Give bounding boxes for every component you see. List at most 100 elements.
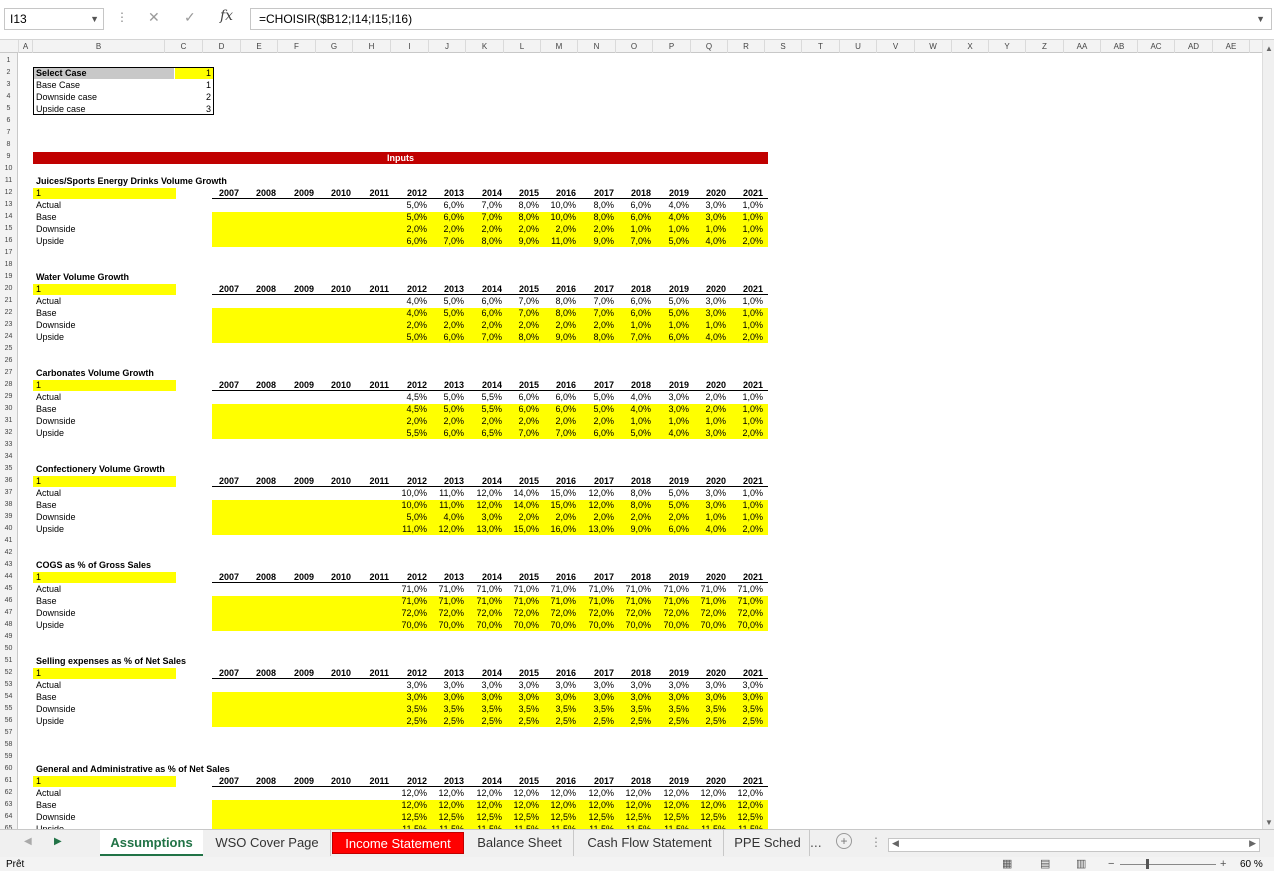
row-header[interactable]: 17 <box>0 247 17 259</box>
sheet-tab[interactable]: Cash Flow Statement <box>576 830 724 856</box>
row-header[interactable]: 56 <box>0 715 17 727</box>
page-break-icon[interactable]: ▥ <box>1076 857 1086 871</box>
row-header[interactable]: 16 <box>0 235 17 247</box>
value-cell[interactable]: 12,5% <box>429 811 464 823</box>
value-cell[interactable]: 2,0% <box>504 415 539 427</box>
more-options-icon[interactable]: ⋮ <box>116 10 128 24</box>
value-cell[interactable]: 4,0% <box>653 211 689 223</box>
column-header[interactable]: AB <box>1101 40 1138 53</box>
value-cell[interactable]: 13,0% <box>466 523 502 535</box>
column-header[interactable]: K <box>466 40 504 53</box>
enter-icon[interactable]: ✓ <box>184 9 196 26</box>
row-header[interactable]: 48 <box>0 619 17 631</box>
value-cell[interactable]: 2,0% <box>691 403 726 415</box>
value-cell[interactable]: 3,0% <box>391 691 427 703</box>
row-header[interactable]: 25 <box>0 343 17 355</box>
value-cell[interactable]: 12,5% <box>691 811 726 823</box>
value-cell[interactable]: 2,0% <box>578 319 614 331</box>
value-cell[interactable]: 3,0% <box>691 427 726 439</box>
value-cell[interactable]: 70,0% <box>653 619 689 631</box>
value-cell[interactable]: 3,0% <box>728 691 763 703</box>
value-cell[interactable]: 12,5% <box>578 811 614 823</box>
column-header[interactable]: F <box>278 40 316 53</box>
value-cell[interactable]: 2,0% <box>728 523 763 535</box>
sheet-tab[interactable]: Balance Sheet <box>466 830 574 856</box>
value-cell[interactable]: 2,5% <box>429 715 464 727</box>
row-header[interactable]: 23 <box>0 319 17 331</box>
value-cell[interactable]: 7,0% <box>504 307 539 319</box>
value-cell[interactable]: 5,5% <box>466 403 502 415</box>
value-cell[interactable]: 3,5% <box>691 703 726 715</box>
column-header[interactable]: D <box>203 40 241 53</box>
page-layout-icon[interactable]: ▤ <box>1040 857 1050 871</box>
column-header[interactable]: M <box>541 40 578 53</box>
sheet-tab[interactable]: PPE Sched <box>726 830 810 856</box>
row-header[interactable]: 20 <box>0 283 17 295</box>
value-cell[interactable]: 2,5% <box>691 715 726 727</box>
value-cell[interactable]: 6,0% <box>541 403 576 415</box>
row-header[interactable]: 28 <box>0 379 17 391</box>
value-cell[interactable]: 12,5% <box>616 811 651 823</box>
row-header[interactable]: 59 <box>0 751 17 763</box>
value-cell[interactable]: 3,0% <box>653 403 689 415</box>
value-cell[interactable]: 70,0% <box>541 619 576 631</box>
value-cell[interactable]: 71,0% <box>578 595 614 607</box>
row-header[interactable]: 15 <box>0 223 17 235</box>
value-cell[interactable]: 71,0% <box>429 595 464 607</box>
tab-scroll-left-icon[interactable]: ◀ <box>24 836 32 847</box>
value-cell[interactable]: 15,0% <box>504 523 539 535</box>
scroll-right-icon[interactable]: ▶ <box>1249 838 1256 849</box>
value-cell[interactable]: 12,0% <box>429 523 464 535</box>
row-header[interactable]: 41 <box>0 535 17 547</box>
row-header[interactable]: 58 <box>0 739 17 751</box>
value-cell[interactable]: 1,0% <box>728 499 763 511</box>
row-header[interactable]: 43 <box>0 559 17 571</box>
value-cell[interactable]: 70,0% <box>578 619 614 631</box>
horizontal-scrollbar[interactable]: ◀ ▶ <box>888 838 1260 852</box>
value-cell[interactable]: 13,0% <box>578 523 614 535</box>
insert-function-icon[interactable]: fx <box>220 8 233 24</box>
cancel-icon[interactable]: ✕ <box>148 9 160 26</box>
value-cell[interactable]: 6,0% <box>653 331 689 343</box>
row-header[interactable]: 12 <box>0 187 17 199</box>
row-header[interactable]: 7 <box>0 127 17 139</box>
value-cell[interactable]: 11,0% <box>541 235 576 247</box>
chevron-down-icon[interactable]: ▼ <box>90 9 99 29</box>
value-cell[interactable]: 8,0% <box>616 499 651 511</box>
row-header[interactable]: 51 <box>0 655 17 667</box>
value-cell[interactable]: 1,0% <box>691 223 726 235</box>
block-selector[interactable]: 1 <box>36 187 41 199</box>
value-cell[interactable]: 11,0% <box>391 523 427 535</box>
value-cell[interactable]: 1,0% <box>728 415 763 427</box>
value-cell[interactable]: 3,5% <box>541 703 576 715</box>
value-cell[interactable]: 2,0% <box>466 415 502 427</box>
row-header[interactable]: 8 <box>0 139 17 151</box>
column-header[interactable]: R <box>728 40 765 53</box>
value-cell[interactable]: 72,0% <box>391 607 427 619</box>
value-cell[interactable]: 12,0% <box>578 799 614 811</box>
column-header[interactable]: Y <box>989 40 1026 53</box>
value-cell[interactable]: 6,0% <box>429 211 464 223</box>
value-cell[interactable]: 5,0% <box>616 427 651 439</box>
row-header[interactable]: 52 <box>0 667 17 679</box>
row-header[interactable]: 30 <box>0 403 17 415</box>
value-cell[interactable]: 2,5% <box>616 715 651 727</box>
value-cell[interactable]: 15,0% <box>541 499 576 511</box>
row-header[interactable]: 42 <box>0 547 17 559</box>
value-cell[interactable]: 2,0% <box>578 223 614 235</box>
value-cell[interactable]: 5,0% <box>429 403 464 415</box>
column-header[interactable]: B <box>33 40 165 53</box>
row-header[interactable]: 47 <box>0 607 17 619</box>
value-cell[interactable]: 12,0% <box>691 799 726 811</box>
value-cell[interactable]: 6,0% <box>429 427 464 439</box>
value-cell[interactable]: 12,0% <box>616 799 651 811</box>
column-header[interactable]: Z <box>1026 40 1064 53</box>
block-selector[interactable]: 1 <box>36 475 41 487</box>
value-cell[interactable]: 2,5% <box>653 715 689 727</box>
row-header[interactable]: 55 <box>0 703 17 715</box>
value-cell[interactable]: 2,0% <box>466 223 502 235</box>
row-header[interactable]: 3 <box>0 79 17 91</box>
value-cell[interactable]: 2,0% <box>429 223 464 235</box>
value-cell[interactable]: 6,5% <box>466 427 502 439</box>
value-cell[interactable]: 4,0% <box>691 235 726 247</box>
